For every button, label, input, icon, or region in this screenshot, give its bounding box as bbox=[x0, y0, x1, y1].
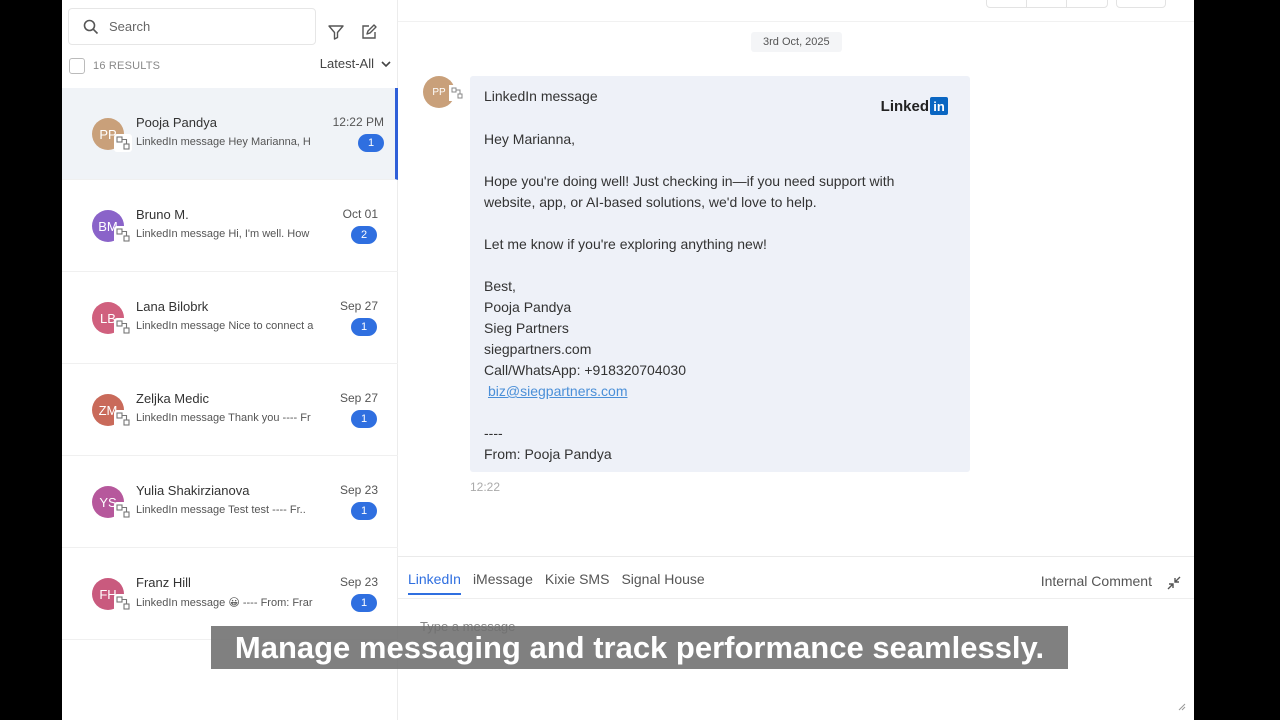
conversation-time: Sep 23 bbox=[339, 575, 378, 589]
tab-kixie-sms[interactable]: Kixie SMS bbox=[545, 571, 610, 595]
message-bubble: LinkedIn message Linked in Hey Marianna, … bbox=[470, 76, 970, 472]
conversation-name: Zeljka Medic bbox=[136, 391, 209, 406]
conversation-item[interactable]: ZM Zeljka Medic LinkedIn message Thank you… bbox=[62, 364, 398, 456]
message-from: From: Pooja Pandya bbox=[484, 446, 612, 462]
compose-icon[interactable] bbox=[359, 22, 379, 42]
sort-dropdown[interactable]: Latest-All bbox=[320, 56, 392, 71]
conversation-preview: LinkedIn message Hi, I'm well. How bbox=[136, 228, 310, 240]
linkedin-channel-icon bbox=[449, 85, 465, 101]
conversation-preview: LinkedIn message Test test ---- Fr.. bbox=[136, 504, 306, 516]
conversation-panel: 16 RESULTS Latest-All PPPooja PandyaLink… bbox=[62, 0, 398, 720]
unread-badge: 1 bbox=[351, 318, 377, 336]
search-input[interactable] bbox=[109, 19, 289, 34]
inbox-app: 16 RESULTS Latest-All PPPooja PandyaLink… bbox=[62, 0, 1194, 720]
conversation-time: Sep 27 bbox=[339, 299, 378, 313]
signature-name: Pooja Pandya bbox=[484, 299, 572, 315]
message-greeting: Hey Marianna, bbox=[484, 131, 576, 147]
unread-badge: 1 bbox=[351, 410, 377, 428]
collapse-icon[interactable] bbox=[1166, 575, 1182, 596]
unread-badge: 1 bbox=[351, 594, 377, 612]
conversation-item[interactable]: PP Pooja Pandya LinkedIn message Hey Maria… bbox=[62, 88, 398, 180]
sort-label: Latest-All bbox=[319, 56, 374, 71]
message-body-line: website, app, or AI-based solutions, we'… bbox=[484, 194, 817, 210]
resize-handle-icon[interactable] bbox=[1176, 698, 1186, 716]
conversation-name: Lana Bilobrk bbox=[136, 299, 209, 314]
signature-email-link[interactable]: biz@siegpartners.com bbox=[488, 383, 628, 399]
linkedin-channel-icon bbox=[114, 502, 132, 520]
thread-panel: 3rd Oct, 2025 PP LinkedIn message Linked… bbox=[398, 0, 1194, 720]
conversation-preview: LinkedIn message Hey Marianna, H bbox=[136, 136, 311, 148]
filter-icon[interactable] bbox=[326, 22, 346, 42]
signature-phone: Call/WhatsApp: +918320704030 bbox=[484, 362, 686, 378]
linkedin-channel-icon bbox=[114, 318, 132, 336]
linkedin-channel-icon bbox=[114, 594, 132, 612]
signature-closing: Best, bbox=[484, 278, 516, 294]
message-timestamp: 12:22 bbox=[470, 480, 501, 494]
results-row: 16 RESULTS Latest-All bbox=[68, 56, 392, 76]
linkedin-wordmark: Linked bbox=[880, 97, 929, 115]
conversation-item[interactable]: LB Lana Bilobrk LinkedIn message Nice to c… bbox=[62, 272, 398, 364]
search-icon bbox=[83, 19, 99, 34]
linkedin-in-mark: in bbox=[930, 97, 948, 115]
results-count: 16 RESULTS bbox=[93, 60, 161, 72]
chevron-down-icon bbox=[381, 60, 391, 67]
signature-company: Sieg Partners bbox=[484, 320, 569, 336]
message-body-line: Let me know if you're exploring anything… bbox=[484, 236, 767, 252]
message-body-line: Hope you're doing well! Just checking in… bbox=[484, 173, 895, 189]
conversation-name: Yulia Shakirzianova bbox=[136, 483, 250, 498]
conversation-time: Sep 27 bbox=[339, 391, 378, 405]
unread-badge: 1 bbox=[358, 134, 384, 152]
unread-badge: 1 bbox=[351, 502, 377, 520]
search-box[interactable] bbox=[68, 8, 316, 45]
conversation-item[interactable]: BM Bruno M. LinkedIn message Hi, I'm well.… bbox=[62, 180, 398, 272]
conversation-preview: LinkedIn message Nice to connect a bbox=[136, 320, 314, 332]
select-all-checkbox[interactable] bbox=[69, 58, 85, 74]
tab-imessage[interactable]: iMessage bbox=[473, 571, 533, 595]
conversation-name: Franz Hill bbox=[136, 575, 191, 590]
linkedin-logo: Linked in bbox=[881, 97, 948, 115]
conversation-name: Pooja Pandya bbox=[136, 115, 217, 130]
conversation-time: Oct 01 bbox=[342, 207, 378, 221]
unread-badge: 2 bbox=[351, 226, 377, 244]
conversation-preview: LinkedIn message 😀 ---- From: Frar bbox=[136, 597, 313, 609]
conversation-item[interactable]: YS Yulia Shakirzianova LinkedIn message Te… bbox=[62, 456, 398, 548]
conversation-preview: LinkedIn message Thank you ---- Fr bbox=[136, 412, 311, 424]
linkedin-channel-icon bbox=[114, 134, 132, 152]
tab-signal-house[interactable]: Signal House bbox=[621, 571, 704, 595]
video-caption: Manage messaging and track performance s… bbox=[211, 626, 1068, 669]
conversation-time: 12:22 PM bbox=[332, 115, 384, 129]
internal-comment-tab[interactable]: Internal Comment bbox=[1041, 573, 1152, 589]
tab-linkedin[interactable]: LinkedIn bbox=[408, 571, 461, 595]
linkedin-channel-icon bbox=[114, 410, 132, 428]
linkedin-channel-icon bbox=[114, 226, 132, 244]
conversation-time: Sep 23 bbox=[339, 483, 378, 497]
thread-toolbar bbox=[398, 0, 1194, 22]
toolbar-button[interactable] bbox=[1116, 0, 1166, 8]
date-divider: 3rd Oct, 2025 bbox=[751, 32, 842, 52]
channel-tabs: LinkedIn iMessage Kixie SMS Signal House bbox=[408, 571, 705, 595]
toolbar-button-group[interactable] bbox=[986, 0, 1108, 8]
message-separator: ---- bbox=[484, 425, 503, 441]
signature-website: siegpartners.com bbox=[484, 341, 592, 357]
conversation-name: Bruno M. bbox=[136, 207, 189, 222]
conversation-list: PP Pooja Pandya LinkedIn message Hey Maria… bbox=[62, 88, 398, 640]
